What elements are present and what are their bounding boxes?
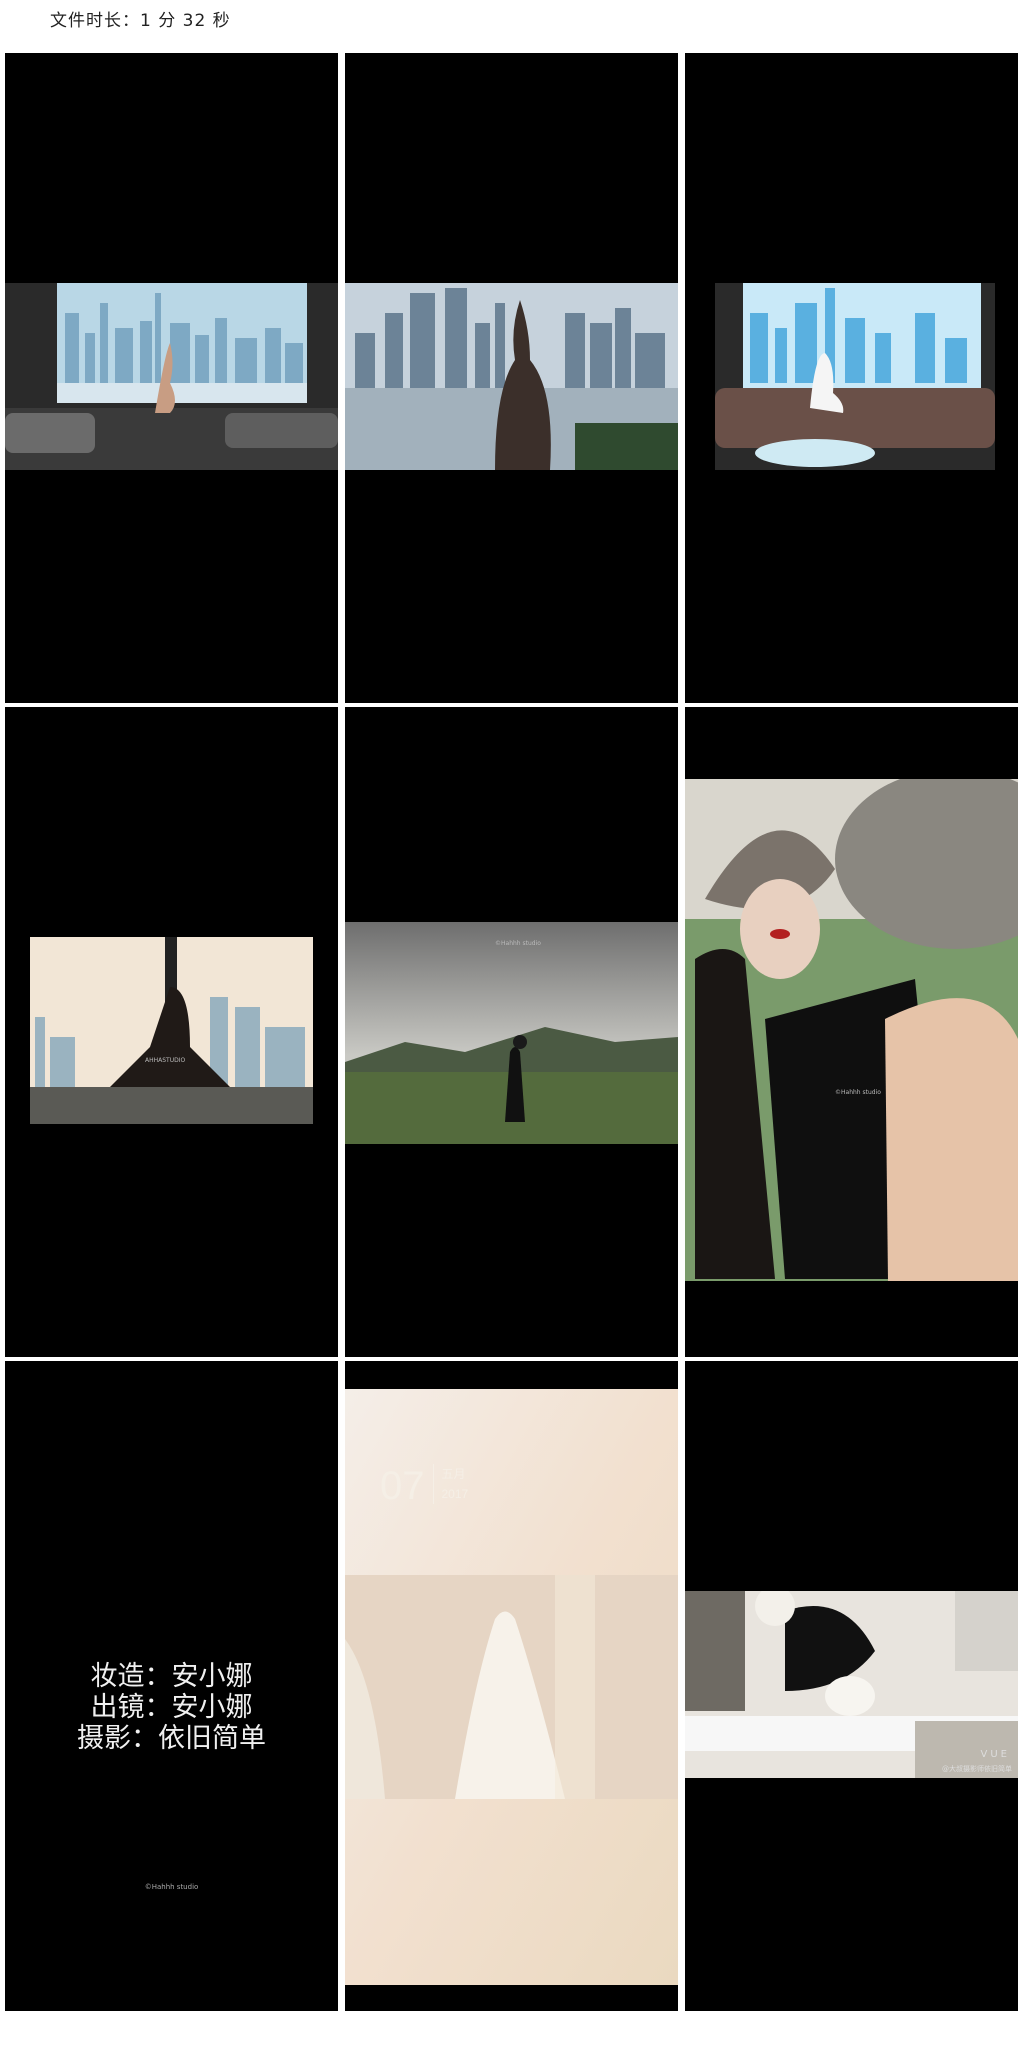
field-image: ©Hahhh studio [345, 922, 678, 1144]
credit-line: 妆造：安小娜 [90, 1661, 253, 1692]
credit-line: 摄影：依旧简单 [77, 1723, 266, 1754]
thumbnail-5[interactable]: ©Hahhh studio [345, 707, 678, 1357]
thumbnail-8[interactable]: 07 五月 2017 [345, 1361, 678, 2011]
window-pose-image: AHHASTUDIO [30, 937, 313, 1124]
thumbnail-7[interactable]: 妆造：安小娜 出镜：安小娜 摄影：依旧简单 ©Hahhh studio [5, 1361, 338, 2011]
city-window-image [5, 283, 338, 470]
date-number: 07 [380, 1464, 425, 1508]
credit-line: 出镜：安小娜 [90, 1692, 253, 1723]
date-month: 五月 [441, 1467, 466, 1481]
thumbnail-6[interactable]: ©Hahhh studio [685, 707, 1018, 1357]
hat-closeup-image: ©Hahhh studio [685, 779, 1018, 1281]
studio-image: VUE @大叔摄影师依旧简单 [685, 1591, 1018, 1778]
thumbnail-1[interactable] [5, 53, 338, 703]
wedding-image: 07 五月 2017 [345, 1389, 678, 1985]
watermark: AHHASTUDIO [145, 1057, 186, 1064]
thumbnail-4[interactable]: AHHASTUDIO [5, 707, 338, 1357]
thumbnail-9[interactable]: VUE @大叔摄影师依旧简单 [685, 1361, 1018, 2011]
watermark: ©Hahhh studio [835, 1089, 881, 1096]
city-window-closeup-image [345, 283, 678, 470]
thumbnail-3[interactable] [685, 53, 1018, 703]
brand-mark: VUE [980, 1749, 1010, 1760]
city-window-sofa-image [685, 283, 1018, 470]
header-duration: 文件时长：1 分 32 秒 [50, 11, 231, 31]
thumbnail-2[interactable] [345, 53, 678, 703]
date-overlay: 07 五月 2017 [380, 1464, 468, 1509]
watermark: ©Hahhh studio [495, 940, 541, 947]
thumbnail-grid: AHHASTUDIO ©Hahhh studio ©Hahhh studio 妆… [5, 53, 1019, 2011]
date-year: 2017 [441, 1487, 469, 1501]
credit-watermark: @大叔摄影师依旧简单 [942, 1765, 1012, 1773]
credits-block: 妆造：安小娜 出镜：安小娜 摄影：依旧简单 [5, 1661, 338, 1754]
watermark: ©Hahhh studio [144, 1883, 199, 1891]
